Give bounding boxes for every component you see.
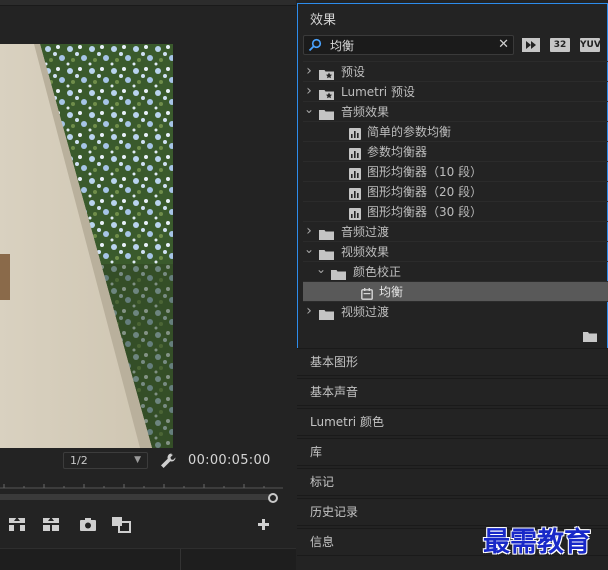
32bit-color-icon[interactable]: 32 (550, 38, 570, 52)
program-monitor: 1/2 ▼ 00:00:05:00 (0, 0, 296, 570)
panel-markers[interactable]: 标记 (297, 468, 608, 496)
chevron-down-icon: ▼ (134, 455, 141, 465)
transport-controls (0, 514, 296, 536)
effects-panel-title[interactable]: 效果 (310, 9, 336, 28)
camera-icon[interactable] (77, 514, 99, 534)
effects-tree-row[interactable]: › 预设 (303, 61, 608, 81)
effects-tree-label: Lumetri 预设 (341, 85, 415, 99)
timecode-display[interactable]: 00:00:05:00 (188, 453, 271, 468)
time-ruler[interactable] (0, 480, 283, 506)
effects-tree-row[interactable]: 图形均衡器（20 段） (303, 181, 608, 201)
effects-tree-label: 图形均衡器（30 段） (367, 205, 483, 219)
effects-tree-label: 音频过渡 (341, 225, 390, 239)
chevron-right-icon[interactable]: › (303, 82, 315, 101)
effects-tree-row[interactable]: › Lumetri 预设 (303, 81, 608, 101)
effects-tree-row[interactable]: › 视频过渡 (303, 301, 608, 321)
panel-essential-sound[interactable]: 基本声音 (297, 378, 608, 406)
effects-tree-label: 视频过渡 (341, 305, 390, 319)
effects-tree-label: 视频效果 (341, 245, 390, 259)
effects-tree-row[interactable]: 图形均衡器（10 段） (303, 161, 608, 181)
effects-tree-row[interactable]: ⌄ 音频效果 (303, 101, 608, 121)
effects-tree-row[interactable]: ⌄ 颜色校正 (303, 261, 608, 281)
chevron-down-icon[interactable]: ⌄ (315, 262, 327, 276)
video-frame-image (0, 44, 173, 448)
chevron-right-icon[interactable]: › (303, 302, 315, 321)
effects-tree-label: 音频效果 (341, 105, 390, 119)
timeline-strip (0, 548, 296, 570)
comparison-view-icon[interactable] (110, 514, 132, 534)
effects-tree-label: 参数均衡器 (367, 145, 428, 159)
playhead-handle[interactable] (268, 493, 278, 503)
playback-resolution-value: 1/2 (70, 454, 88, 467)
panel-libraries[interactable]: 库 (297, 438, 608, 466)
effects-tree-label: 图形均衡器（20 段） (367, 185, 483, 199)
wrench-icon[interactable] (159, 452, 177, 470)
effects-tree-row[interactable]: 简单的参数均衡 (303, 121, 608, 141)
chevron-down-icon[interactable]: ⌄ (303, 242, 315, 256)
effects-tree-row[interactable]: 参数均衡器 (303, 141, 608, 161)
effects-tree-row[interactable]: 图形均衡器（30 段） (303, 201, 608, 221)
folder-icon (319, 306, 334, 326)
search-icon (308, 38, 322, 52)
effects-tree-label: 图形均衡器（10 段） (367, 165, 483, 179)
video-preview[interactable] (0, 44, 173, 448)
clear-search-icon[interactable]: ✕ (498, 37, 509, 53)
new-bin-icon[interactable] (583, 331, 597, 342)
chevron-right-icon[interactable]: › (303, 222, 315, 241)
monitor-tab-bar (0, 0, 296, 6)
chevron-down-icon[interactable]: ⌄ (303, 102, 315, 116)
effects-search-box[interactable]: ✕ (303, 35, 514, 55)
effects-tree-row[interactable]: 均衡 (303, 281, 608, 301)
effects-tree-label: 颜色校正 (353, 265, 402, 279)
yuv-effects-icon[interactable]: YUV (580, 38, 601, 52)
effects-search-input[interactable] (330, 37, 490, 53)
lift-icon[interactable] (6, 514, 28, 534)
chevron-right-icon[interactable]: › (303, 62, 315, 81)
effects-tree-label: 简单的参数均衡 (367, 125, 452, 139)
effects-tree-row[interactable]: › 音频过渡 (303, 221, 608, 241)
playback-resolution-select[interactable]: 1/2 ▼ (63, 452, 148, 469)
effects-panel: 效果 ✕ 32 YUV › 预设 › Lumetri 预设 ⌄ 音频效果简单的参数均衡参数… (297, 3, 608, 349)
effects-tree: › 预设 › Lumetri 预设 ⌄ 音频效果简单的参数均衡 参数均衡器图形均衡器（10 … (303, 61, 608, 321)
effects-tree-label: 预设 (341, 65, 366, 79)
effects-tree-label: 均衡 (379, 285, 404, 299)
effects-tree-row[interactable]: ⌄ 视频效果 (303, 241, 608, 261)
panel-lumetri-color[interactable]: Lumetri 颜色 (297, 408, 608, 436)
extract-icon[interactable] (40, 514, 62, 534)
panel-essential-graphics[interactable]: 基本图形 (297, 348, 608, 376)
add-button-icon[interactable] (252, 514, 274, 534)
divider (180, 549, 181, 570)
watermark-text: 最需教育 (483, 527, 591, 558)
accelerated-effects-icon[interactable] (522, 38, 540, 52)
